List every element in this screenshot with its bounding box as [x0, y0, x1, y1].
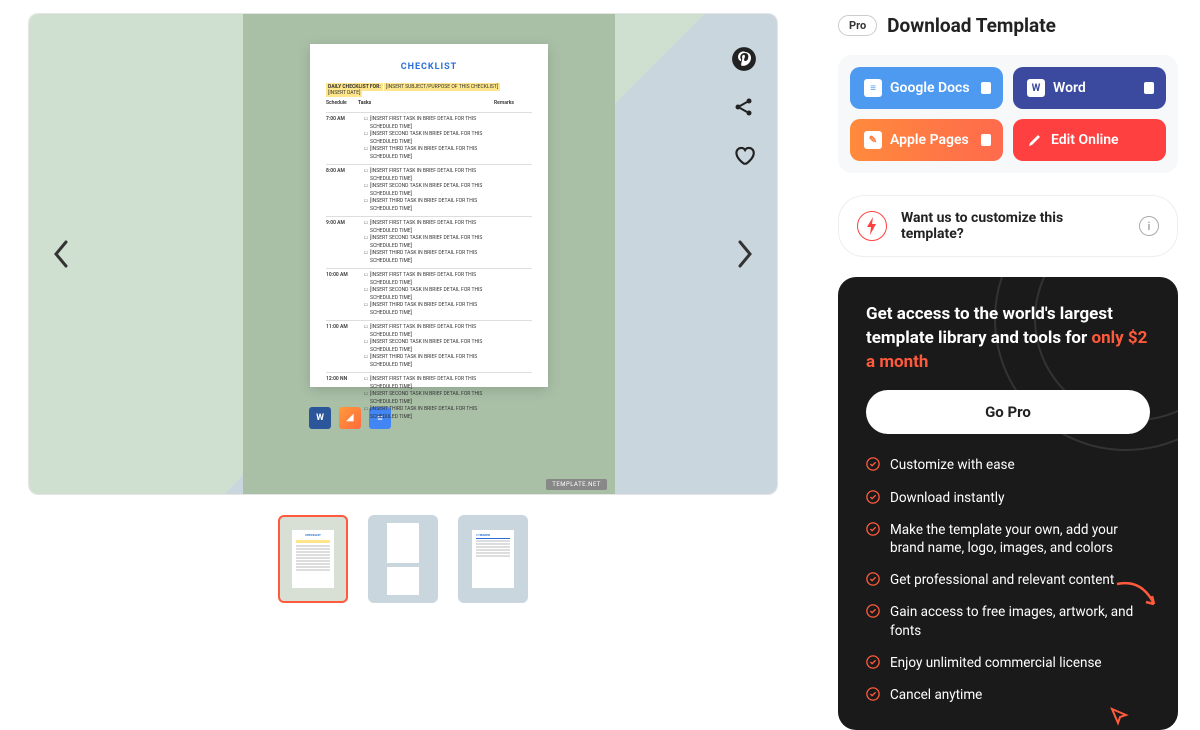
action-icons: [729, 44, 759, 170]
bolt-icon-circle: [857, 211, 887, 241]
gdocs-label: Google Docs: [890, 80, 970, 96]
preview-panel: CHECKLIST DAILY CHECKLIST FOR: [INSERT S…: [28, 0, 778, 730]
check-icon: [866, 457, 880, 471]
edit-online-button[interactable]: Edit Online: [1013, 119, 1166, 161]
watermark: TEMPLATE.NET: [546, 479, 607, 490]
feature-item: Make the template your own, add your bra…: [866, 521, 1150, 557]
word-icon: W: [1027, 79, 1045, 97]
pinterest-icon: [731, 46, 757, 72]
bolt-icon: [865, 217, 879, 235]
customize-row[interactable]: Want us to customize this template? i: [838, 195, 1178, 257]
download-header: Pro Download Template: [838, 14, 1178, 37]
pages-file-icon: ◢: [339, 407, 361, 429]
feature-list: Customize with ease Download instantly Mak…: [866, 456, 1150, 704]
feature-item: Download instantly: [866, 489, 1150, 507]
pro-badge: Pro: [838, 15, 877, 36]
preview-content: CHECKLIST DAILY CHECKLIST FOR: [INSERT S…: [243, 14, 615, 495]
doc-row: 11:00 AM[INSERT FIRST TASK IN BRIEF DETA…: [326, 320, 532, 372]
go-pro-button[interactable]: Go Pro: [866, 390, 1150, 434]
share-icon: [732, 95, 756, 119]
check-icon: [866, 604, 880, 618]
pencil-icon: [1027, 132, 1043, 148]
doc-row: 8:00 AM[INSERT FIRST TASK IN BRIEF DETAI…: [326, 164, 532, 216]
chevron-right-icon: [736, 240, 754, 268]
share-button[interactable]: [729, 92, 759, 122]
pages-icon: ✎: [864, 131, 882, 149]
check-icon: [866, 687, 880, 701]
check-icon: [866, 490, 880, 504]
feature-item: Get professional and relevant content: [866, 571, 1150, 589]
doc-row: 9:00 AM[INSERT FIRST TASK IN BRIEF DETAI…: [326, 216, 532, 268]
pro-card: Get access to the world's largest templa…: [838, 277, 1178, 730]
google-docs-button[interactable]: ≡ Google Docs: [850, 67, 1003, 109]
download-mini-icon: [981, 134, 991, 146]
chevron-left-icon: [52, 240, 70, 268]
customize-text: Want us to customize this template?: [901, 210, 1125, 242]
download-title: Download Template: [887, 14, 1056, 37]
doc-table: 7:00 AM[INSERT FIRST TASK IN BRIEF DETAI…: [326, 112, 532, 424]
edit-label: Edit Online: [1051, 132, 1119, 148]
check-icon: [866, 655, 880, 669]
doc-row: 10:00 AM[INSERT FIRST TASK IN BRIEF DETA…: [326, 268, 532, 320]
heart-icon: [731, 142, 757, 168]
side-panel: Pro Download Template ≡ Google Docs W Wo…: [838, 0, 1178, 730]
apple-pages-button[interactable]: ✎ Apple Pages: [850, 119, 1003, 161]
doc-title: CHECKLIST: [326, 62, 532, 72]
cursor-decoration: [1110, 707, 1130, 727]
check-icon: [866, 572, 880, 586]
thumbnail-2[interactable]: [368, 515, 438, 603]
prev-arrow[interactable]: [41, 234, 81, 274]
doc-table-header: Schedule Tasks Remarks: [326, 100, 532, 106]
check-icon: [866, 522, 880, 536]
doc-row: 7:00 AM[INSERT FIRST TASK IN BRIEF DETAI…: [326, 112, 532, 164]
feature-item: Enjoy unlimited commercial license: [866, 654, 1150, 672]
pages-label: Apple Pages: [890, 132, 969, 148]
gdocs-icon: ≡: [864, 79, 882, 97]
download-buttons: ≡ Google Docs W Word ✎ Apple Pages Edit …: [838, 55, 1178, 173]
word-button[interactable]: W Word: [1013, 67, 1166, 109]
thumbnail-3[interactable]: ≡ HEADER: [458, 515, 528, 603]
word-file-icon: W: [309, 407, 331, 429]
feature-item: Cancel anytime: [866, 686, 1150, 704]
next-arrow[interactable]: [725, 234, 765, 274]
feature-item: Gain access to free images, artwork, and…: [866, 603, 1150, 639]
download-mini-icon: [1144, 82, 1154, 94]
pro-heading: Get access to the world's largest templa…: [866, 303, 1150, 374]
pinterest-button[interactable]: [729, 44, 759, 74]
document-preview: CHECKLIST DAILY CHECKLIST FOR: [INSERT S…: [310, 44, 548, 387]
preview-box: CHECKLIST DAILY CHECKLIST FOR: [INSERT S…: [28, 13, 778, 495]
download-mini-icon: [981, 82, 991, 94]
arrow-decoration: [1112, 579, 1162, 615]
favorite-button[interactable]: [729, 140, 759, 170]
thumbnail-1[interactable]: CHECKLIST: [278, 515, 348, 603]
thumbnail-strip: CHECKLIST ≡ HEADER: [28, 515, 778, 603]
info-icon[interactable]: i: [1139, 216, 1159, 236]
word-label: Word: [1053, 80, 1086, 96]
feature-item: Customize with ease: [866, 456, 1150, 474]
